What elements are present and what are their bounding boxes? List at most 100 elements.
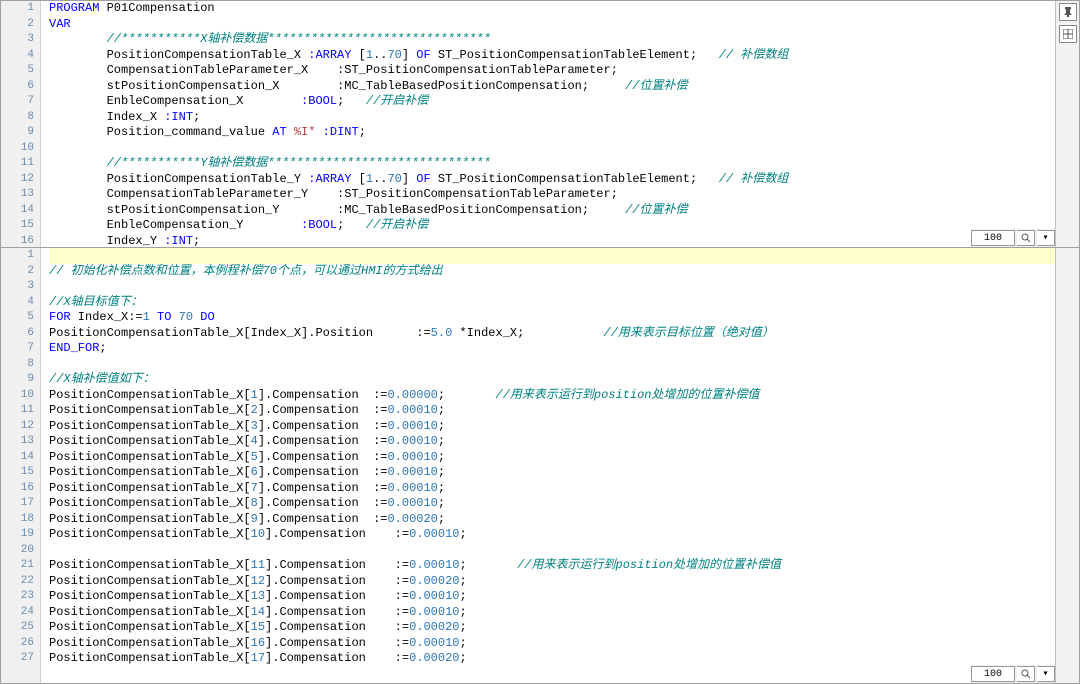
declaration-pane: 12345678910111213141516 PROGRAM P01Compe… [0,0,1080,248]
code-line[interactable]: EnbleCompensation_X :BOOL; //开启补偿 [49,94,1055,110]
view-button[interactable] [1059,25,1077,43]
code-line[interactable]: EnbleCompensation_Y :BOOL; //开启补偿 [49,218,1055,234]
line-number: 15 [1,218,34,234]
line-number: 8 [1,357,34,373]
code-line[interactable]: //X轴补偿值如下： [49,372,1055,388]
code-line[interactable]: PositionCompensationTable_X[14].Compensa… [49,605,1055,621]
zoom-dropdown-top[interactable]: ▾ [1037,230,1055,246]
code-line[interactable]: PositionCompensationTable_X[15].Compensa… [49,620,1055,636]
line-number: 14 [1,203,34,219]
line-number: 23 [1,589,34,605]
code-line[interactable]: PositionCompensationTable_X[2].Compensat… [49,403,1055,419]
code-line[interactable]: PositionCompensationTable_X[8].Compensat… [49,496,1055,512]
line-number: 7 [1,94,34,110]
code-line[interactable]: PositionCompensationTable_X[7].Compensat… [49,481,1055,497]
line-number: 6 [1,326,34,342]
code-line[interactable]: //***********Y轴补偿数据*********************… [49,156,1055,172]
line-number: 21 [1,558,34,574]
line-number: 3 [1,32,34,48]
zoom-bar-top: 100 ▾ [971,229,1055,247]
zoom-level-bottom[interactable]: 100 [971,666,1015,682]
code-line[interactable]: PositionCompensationTable_X[13].Compensa… [49,589,1055,605]
zoom-level-top[interactable]: 100 [971,230,1015,246]
line-number: 15 [1,465,34,481]
code-line[interactable]: PositionCompensationTable_X[6].Compensat… [49,465,1055,481]
zoom-dropdown-bottom[interactable]: ▾ [1037,666,1055,682]
code-line[interactable]: VAR [49,17,1055,33]
code-line[interactable]: FOR Index_X:=1 TO 70 DO [49,310,1055,326]
line-number: 11 [1,403,34,419]
code-line[interactable]: PositionCompensationTable_X[12].Compensa… [49,574,1055,590]
code-line[interactable]: PositionCompensationTable_X[4].Compensat… [49,434,1055,450]
code-line[interactable]: PositionCompensationTable_X[17].Compensa… [49,651,1055,667]
line-number: 1 [1,248,34,264]
code-line[interactable]: PositionCompensationTable_X :ARRAY [1..7… [49,48,1055,64]
table-icon [1063,29,1073,39]
code-line[interactable]: PositionCompensationTable_X[16].Compensa… [49,636,1055,652]
code-line[interactable]: stPositionCompensation_Y :MC_TableBasedP… [49,203,1055,219]
code-line[interactable]: Index_X :INT; [49,110,1055,126]
code-line[interactable]: PositionCompensationTable_X[10].Compensa… [49,527,1055,543]
line-number: 1 [1,1,34,17]
rightbar-bottom [1055,248,1079,683]
code-line[interactable] [49,357,1055,373]
line-number: 2 [1,264,34,280]
line-number: 7 [1,341,34,357]
pin-icon [1063,7,1073,17]
pin-button[interactable] [1059,3,1077,21]
code-line[interactable]: PositionCompensationTable_X[5].Compensat… [49,450,1055,466]
code-line[interactable]: PositionCompensationTable_X[9].Compensat… [49,512,1055,528]
code-area-top[interactable]: PROGRAM P01CompensationVAR //***********… [41,1,1055,247]
line-number: 8 [1,110,34,126]
code-line[interactable]: Position_command_value AT %I* :DINT; [49,125,1055,141]
code-line[interactable]: PROGRAM P01Compensation [49,1,1055,17]
line-number: 13 [1,434,34,450]
code-line[interactable]: stPositionCompensation_X :MC_TableBasedP… [49,79,1055,95]
line-number: 12 [1,172,34,188]
code-line[interactable]: Index_Y :INT; [49,234,1055,248]
zoom-search-top[interactable] [1017,230,1035,246]
line-number: 6 [1,79,34,95]
line-number: 25 [1,620,34,636]
code-line[interactable]: PositionCompensationTable_X[11].Compensa… [49,558,1055,574]
line-number: 20 [1,543,34,559]
code-line[interactable] [49,248,1055,264]
line-number: 13 [1,187,34,203]
code-line[interactable]: PositionCompensationTable_X[Index_X].Pos… [49,326,1055,342]
code-line[interactable]: //***********X轴补偿数据*********************… [49,32,1055,48]
line-number: 9 [1,372,34,388]
line-number: 12 [1,419,34,435]
line-number: 4 [1,295,34,311]
code-line[interactable]: PositionCompensationTable_Y :ARRAY [1..7… [49,172,1055,188]
code-line[interactable]: CompensationTableParameter_Y :ST_Positio… [49,187,1055,203]
zoom-search-bottom[interactable] [1017,666,1035,682]
implementation-pane: 1234567891011121314151617181920212223242… [0,248,1080,684]
line-number: 10 [1,388,34,404]
line-number: 24 [1,605,34,621]
line-number: 27 [1,651,34,667]
line-number: 19 [1,527,34,543]
line-number: 18 [1,512,34,528]
line-number: 16 [1,481,34,497]
line-number: 3 [1,279,34,295]
code-line[interactable]: END_FOR; [49,341,1055,357]
code-line[interactable] [49,141,1055,157]
code-line[interactable]: PositionCompensationTable_X[1].Compensat… [49,388,1055,404]
rightbar-top [1055,1,1079,247]
code-line[interactable]: // 初始化补偿点数和位置，本例程补偿70个点，可以通过HMI的方式给出 [49,264,1055,280]
line-number: 9 [1,125,34,141]
code-line[interactable] [49,279,1055,295]
code-line[interactable]: CompensationTableParameter_X :ST_Positio… [49,63,1055,79]
magnifier-icon [1021,233,1031,243]
line-number: 10 [1,141,34,157]
line-number: 16 [1,234,34,250]
line-number: 14 [1,450,34,466]
code-area-bottom[interactable]: // 初始化补偿点数和位置，本例程补偿70个点，可以通过HMI的方式给出 //X轴… [41,248,1055,683]
line-gutter-bottom: 1234567891011121314151617181920212223242… [1,248,41,683]
line-number: 2 [1,17,34,33]
line-number: 5 [1,310,34,326]
code-line[interactable] [49,543,1055,559]
code-line[interactable]: PositionCompensationTable_X[3].Compensat… [49,419,1055,435]
line-number: 22 [1,574,34,590]
code-line[interactable]: //X轴目标值下： [49,295,1055,311]
